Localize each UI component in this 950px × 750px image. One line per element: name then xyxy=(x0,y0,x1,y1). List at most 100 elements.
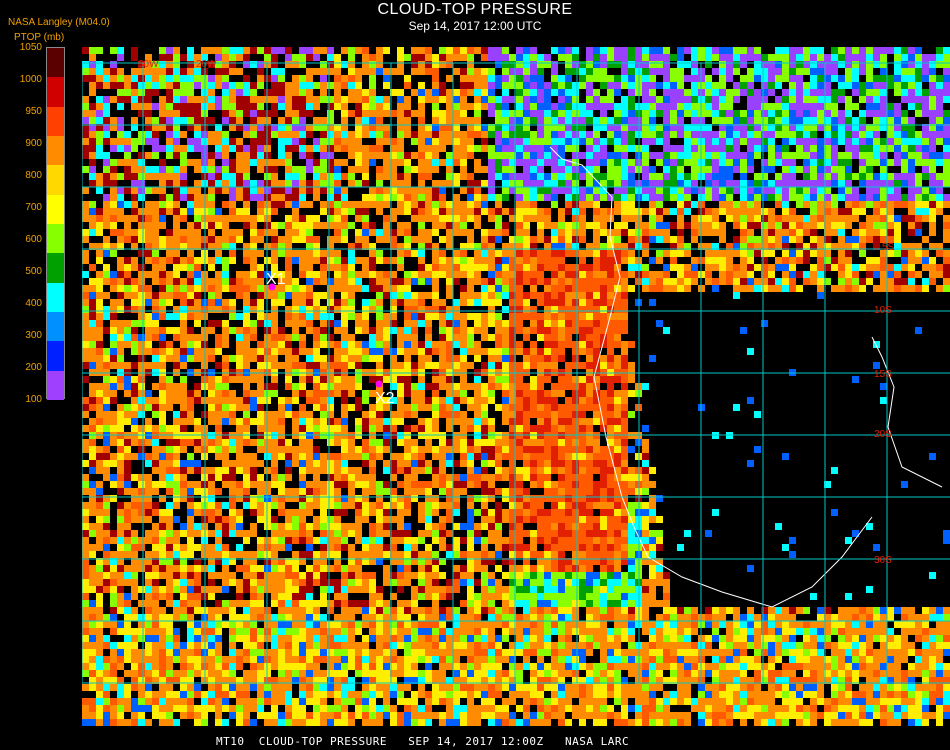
cloud-pixel xyxy=(334,257,341,264)
cloud-pixel xyxy=(432,180,439,187)
cloud-pixel xyxy=(285,334,292,341)
cloud-pixel xyxy=(222,383,229,390)
cloud-pixel xyxy=(670,103,677,110)
cloud-pixel xyxy=(271,96,278,103)
cloud-pixel xyxy=(474,145,481,152)
cloud-pixel xyxy=(838,75,845,82)
cloud-pixel xyxy=(327,138,334,145)
cloud-pixel xyxy=(306,96,313,103)
cloud-pixel xyxy=(173,215,180,222)
cloud-pixel xyxy=(299,334,306,341)
cloud-pixel xyxy=(593,194,600,201)
cloud-pixel xyxy=(299,390,306,397)
cloud-pixel xyxy=(187,278,194,285)
cloud-pixel xyxy=(439,271,446,278)
cloud-pixel xyxy=(96,145,103,152)
cloud-pixel xyxy=(432,166,439,173)
cloud-pixel xyxy=(810,103,817,110)
cloud-pixel xyxy=(285,383,292,390)
cloud-pixel xyxy=(488,75,495,82)
cloud-pixel xyxy=(467,292,474,299)
cloud-pixel xyxy=(733,285,740,292)
cloud-pixel xyxy=(89,103,96,110)
cloud-pixel xyxy=(803,250,810,257)
cloud-pixel xyxy=(495,404,502,411)
cloud-pixel xyxy=(901,110,908,117)
cloud-pixel xyxy=(117,236,124,243)
cloud-pixel xyxy=(607,383,614,390)
cloud-pixel xyxy=(208,222,215,229)
cloud-pixel xyxy=(194,229,201,236)
cloud-pixel xyxy=(845,96,852,103)
cloud-pixel xyxy=(117,257,124,264)
cloud-pixel xyxy=(663,236,670,243)
cloud-pixel xyxy=(607,82,614,89)
cloud-pixel xyxy=(152,264,159,271)
cloud-pixel xyxy=(89,110,96,117)
cloud-pixel xyxy=(460,96,467,103)
cloud-pixel xyxy=(124,341,131,348)
cloud-pixel xyxy=(187,264,194,271)
cloud-pixel xyxy=(285,348,292,355)
cloud-pixel xyxy=(236,376,243,383)
cloud-pixel xyxy=(495,264,502,271)
cloud-pixel xyxy=(719,257,726,264)
cloud-pixel xyxy=(299,103,306,110)
cloud-pixel xyxy=(124,131,131,138)
cloud-pixel xyxy=(586,390,593,397)
cloud-pixel xyxy=(873,82,880,89)
cloud-pixel xyxy=(306,159,313,166)
cloud-pixel xyxy=(614,47,621,54)
cloud-pixel xyxy=(544,82,551,89)
cloud-pixel xyxy=(117,117,124,124)
cloud-pixel xyxy=(285,145,292,152)
cloud-pixel xyxy=(89,425,96,432)
cloud-pixel xyxy=(110,418,117,425)
cloud-pixel xyxy=(432,201,439,208)
cloud-pixel xyxy=(439,250,446,257)
cloud-pixel xyxy=(348,355,355,362)
cloud-pixel xyxy=(348,376,355,383)
cloud-pixel xyxy=(271,61,278,68)
cloud-pixel xyxy=(831,110,838,117)
cloud-pixel xyxy=(299,131,306,138)
cloud-pixel xyxy=(537,299,544,306)
cloud-pixel xyxy=(439,306,446,313)
cloud-pixel xyxy=(334,131,341,138)
cloud-pixel xyxy=(775,110,782,117)
cloud-pixel xyxy=(292,131,299,138)
cloud-pixel xyxy=(600,96,607,103)
cloud-pixel xyxy=(670,54,677,61)
cloud-pixel xyxy=(334,229,341,236)
cloud-pixel xyxy=(103,355,110,362)
cloud-pixel xyxy=(754,117,761,124)
cloud-pixel xyxy=(432,292,439,299)
cloud-pixel xyxy=(180,110,187,117)
cloud-pixel xyxy=(467,278,474,285)
cloud-pixel xyxy=(873,257,880,264)
cloud-pixel xyxy=(215,404,222,411)
cloud-pixel xyxy=(460,383,467,390)
cloud-pixel xyxy=(530,313,537,320)
cloud-pixel xyxy=(579,215,586,222)
cloud-pixel xyxy=(887,138,894,145)
cloud-pixel xyxy=(754,89,761,96)
cloud-pixel xyxy=(208,82,215,89)
cloud-pixel xyxy=(425,152,432,159)
cloud-pixel xyxy=(642,103,649,110)
cloud-pixel xyxy=(159,173,166,180)
cloud-pixel xyxy=(334,348,341,355)
cloud-pixel xyxy=(348,278,355,285)
cloud-pixel xyxy=(313,271,320,278)
cloud-pixel xyxy=(376,285,383,292)
cloud-pixel xyxy=(670,208,677,215)
cloud-pixel xyxy=(600,145,607,152)
cloud-pixel xyxy=(110,75,117,82)
cloud-pixel xyxy=(159,180,166,187)
cloud-pixel xyxy=(677,110,684,117)
cloud-pixel xyxy=(558,383,565,390)
cloud-pixel xyxy=(866,103,873,110)
cloud-pixel xyxy=(348,271,355,278)
cloud-pixel xyxy=(243,313,250,320)
cloud-pixel xyxy=(523,194,530,201)
